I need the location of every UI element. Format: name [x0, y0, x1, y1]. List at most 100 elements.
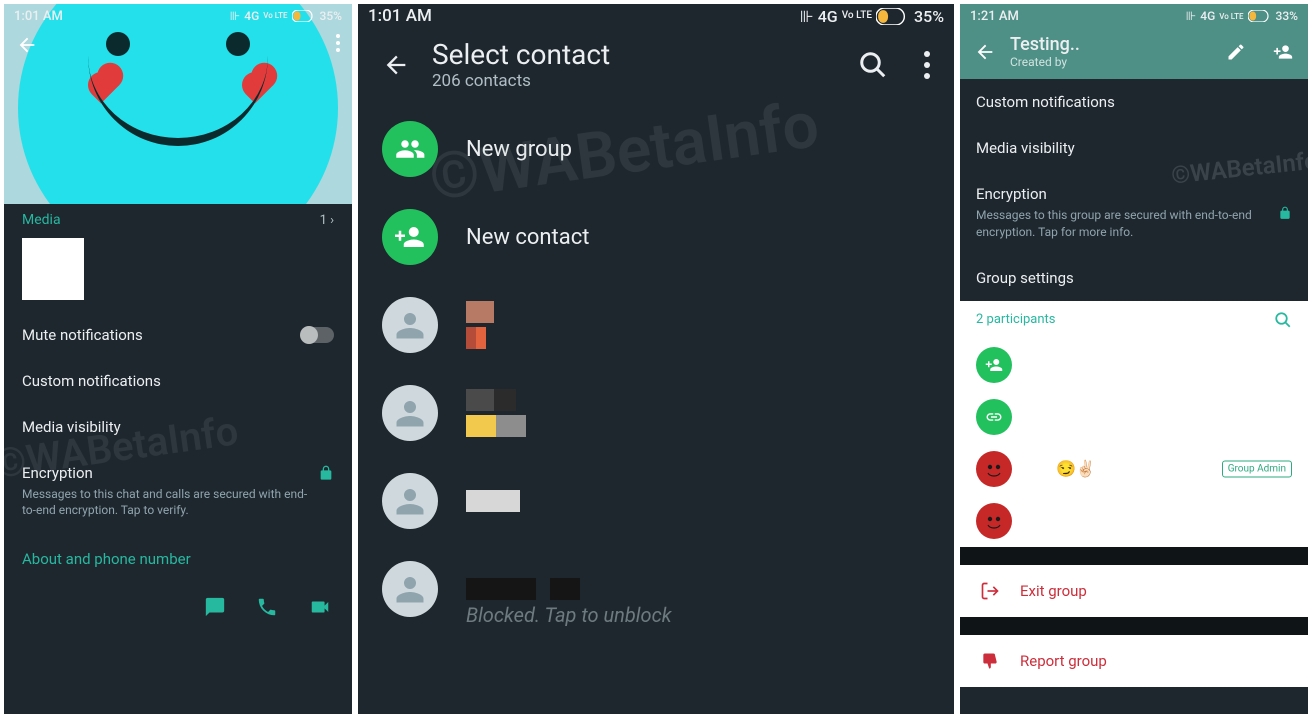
participant-row[interactable]: 😏✌🏻 Group Admin	[960, 443, 1308, 495]
battery-icon	[1248, 10, 1272, 22]
mute-label: Mute notifications	[22, 326, 143, 344]
mute-notifications-row[interactable]: Mute notifications	[4, 312, 352, 358]
settings-list: Custom notifications Media visibility En…	[960, 79, 1308, 301]
add-members-icon	[976, 347, 1012, 383]
toolbar: Select contact 206 contacts	[358, 28, 954, 105]
network-label: 4G	[818, 7, 838, 26]
encryption-label: Encryption	[22, 464, 93, 482]
new-group-label: New group	[466, 137, 572, 162]
link-icon	[976, 399, 1012, 435]
status-bar: 1:01 AM ⊪ 4G Vo LTE 35%	[358, 4, 954, 28]
message-icon[interactable]	[204, 596, 226, 618]
volte-label: Vo LTE	[263, 12, 287, 20]
admin-badge: Group Admin	[1222, 460, 1292, 477]
encryption-sub: Messages to this group are secured with …	[976, 207, 1292, 241]
about-row[interactable]: About and phone number	[4, 532, 352, 586]
contact-row[interactable]	[358, 457, 954, 545]
participants-list: 😏✌🏻 Group Admin	[960, 339, 1308, 547]
group-title: Testing..	[1010, 34, 1080, 55]
divider	[960, 617, 1308, 635]
mute-toggle[interactable]	[302, 327, 334, 343]
lock-icon	[318, 464, 334, 482]
video-call-icon[interactable]	[308, 596, 332, 618]
status-time: 1:01 AM	[368, 6, 432, 26]
back-icon[interactable]	[974, 41, 996, 63]
status-time: 1:21 AM	[970, 9, 1019, 24]
signal-icon: ⊪	[1186, 9, 1196, 23]
about-label: About and phone number	[22, 550, 191, 568]
media-label: Media	[22, 212, 61, 228]
group-settings-row[interactable]: Group settings	[960, 255, 1308, 301]
screenshot-contact-info: 1:01 AM ⊪ 4G Vo LTE 35% Media 1 › Mute n…	[4, 4, 352, 714]
back-icon[interactable]	[382, 51, 410, 79]
add-participant-icon[interactable]	[1272, 42, 1294, 62]
add-participants-row[interactable]	[960, 339, 1308, 391]
status-bar: 1:21 AM ⊪ 4G Vo LTE 33%	[960, 4, 1308, 28]
avatar-placeholder-icon	[382, 385, 438, 441]
media-count: 1 ›	[320, 213, 334, 228]
lock-icon	[1278, 205, 1292, 221]
profile-image[interactable]	[18, 4, 338, 204]
contact-name-redacted	[466, 490, 520, 512]
encryption-sub: Messages to this chat and calls are secu…	[22, 486, 334, 518]
report-group-row[interactable]: Report group	[960, 635, 1308, 687]
media-visibility-row[interactable]: Media visibility	[960, 125, 1308, 171]
report-group-label: Report group	[1020, 652, 1107, 670]
overflow-menu-icon[interactable]	[924, 51, 930, 79]
media-visibility-label: Media visibility	[976, 139, 1075, 157]
exit-group-label: Exit group	[1020, 582, 1087, 600]
screenshot-group-info: 1:21 AM ⊪ 4G Vo LTE 33% Testing.. Create…	[960, 4, 1308, 714]
exit-icon	[980, 581, 1000, 601]
battery-icon	[292, 10, 316, 22]
battery-icon	[876, 8, 910, 25]
new-contact-label: New contact	[466, 225, 589, 250]
contact-name-redacted	[466, 389, 526, 437]
participants-label: 2 participants	[976, 312, 1056, 327]
edit-icon[interactable]	[1226, 42, 1246, 62]
thumbs-down-icon	[980, 651, 1000, 671]
call-icon[interactable]	[256, 596, 278, 618]
participant-status: 😏✌🏻	[1026, 459, 1096, 478]
avatar	[976, 451, 1012, 487]
volte-label: Vo LTE	[1219, 12, 1243, 21]
encryption-label: Encryption	[976, 185, 1292, 203]
media-visibility-row[interactable]: Media visibility	[4, 404, 352, 450]
media-row[interactable]: Media 1 ›	[4, 204, 352, 232]
toolbar: Testing.. Created by	[960, 28, 1308, 79]
custom-notifications-row[interactable]: Custom notifications	[4, 358, 352, 404]
search-icon[interactable]	[858, 50, 888, 80]
custom-notifications-label: Custom notifications	[22, 372, 161, 390]
encryption-row[interactable]: Encryption Messages to this chat and cal…	[4, 450, 352, 532]
custom-notifications-label: Custom notifications	[976, 93, 1115, 111]
search-icon[interactable]	[1274, 311, 1292, 329]
overflow-menu-icon[interactable]	[336, 34, 340, 52]
exit-group-row[interactable]: Exit group	[960, 565, 1308, 617]
battery-label: 35%	[320, 9, 342, 23]
avatar-placeholder-icon	[382, 297, 438, 353]
contact-name-redacted	[466, 578, 580, 600]
new-contact-row[interactable]: New contact	[358, 193, 954, 281]
media-thumbnail[interactable]	[22, 238, 84, 300]
contact-row[interactable]	[358, 281, 954, 369]
profile-hero	[4, 4, 352, 204]
volte-label: Vo LTE	[842, 11, 872, 21]
status-bar: 1:01 AM ⊪ 4G Vo LTE 35%	[4, 4, 352, 28]
toolbar-title: Select contact	[432, 38, 610, 71]
invite-link-row[interactable]	[960, 391, 1308, 443]
contact-row[interactable]	[358, 369, 954, 457]
blocked-label: Blocked. Tap to unblock	[358, 603, 954, 627]
back-icon[interactable]	[16, 34, 38, 56]
screenshot-select-contact: 1:01 AM ⊪ 4G Vo LTE 35% Select contact 2…	[358, 4, 954, 714]
network-label: 4G	[1200, 9, 1215, 23]
new-group-row[interactable]: New group	[358, 105, 954, 193]
avatar-placeholder-icon	[382, 473, 438, 529]
network-label: 4G	[244, 9, 259, 23]
encryption-row[interactable]: Encryption Messages to this group are se…	[960, 171, 1308, 255]
contact-name-redacted	[466, 301, 494, 349]
signal-icon: ⊪	[230, 9, 240, 23]
participant-row[interactable]	[960, 495, 1308, 547]
group-subtitle: Created by	[1010, 55, 1080, 69]
divider	[960, 547, 1308, 565]
custom-notifications-row[interactable]: Custom notifications	[960, 79, 1308, 125]
participants-header: 2 participants	[960, 301, 1308, 339]
